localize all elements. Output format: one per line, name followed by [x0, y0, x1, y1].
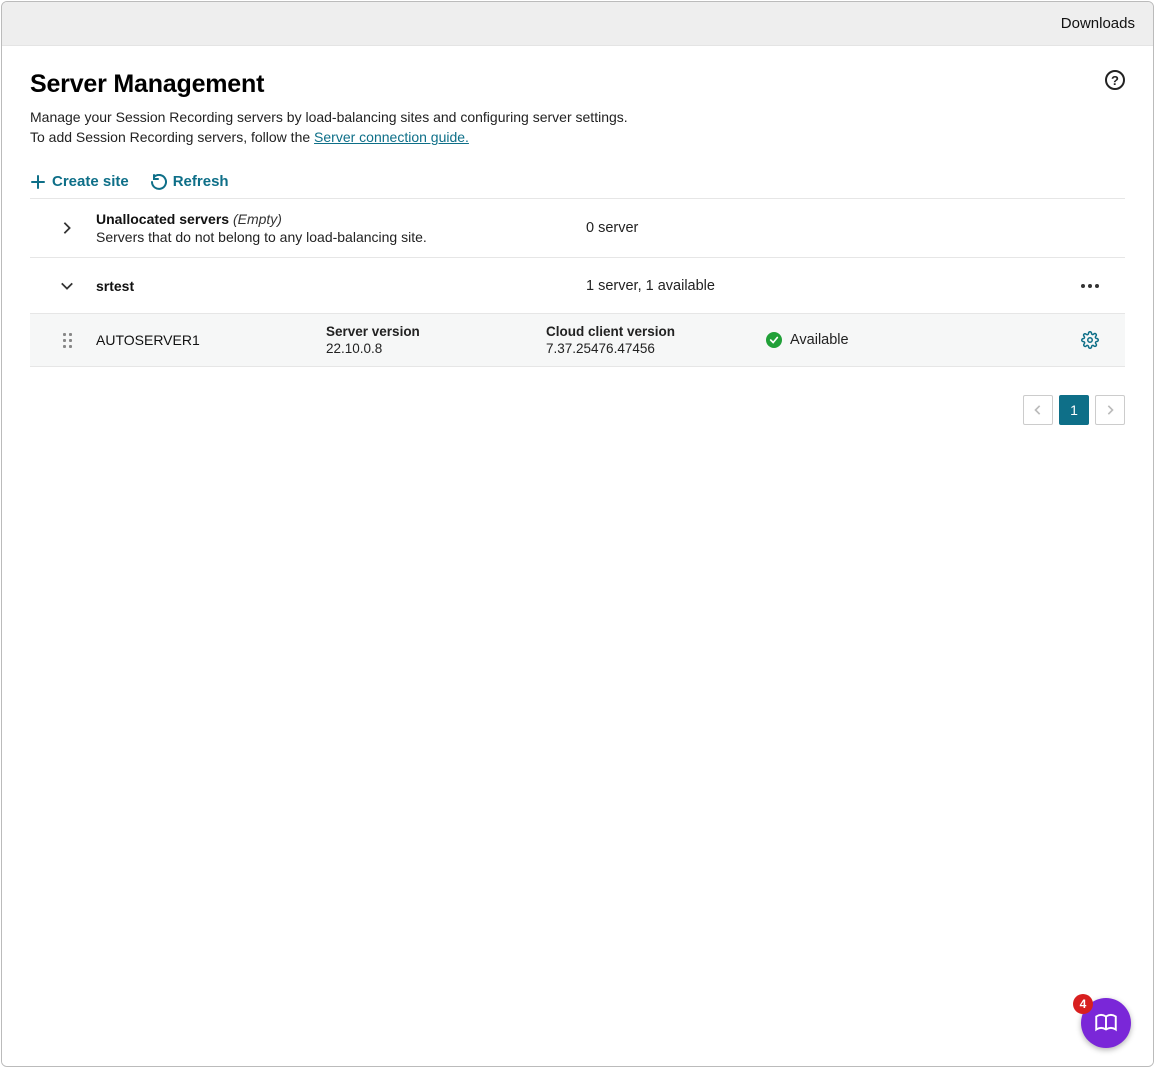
pagination: 1: [30, 395, 1125, 425]
plus-icon: [30, 174, 46, 190]
chevron-right-icon: [60, 221, 74, 235]
chevron-right-icon: [1105, 405, 1115, 415]
chevron-left-icon: [1033, 405, 1043, 415]
server-version-label: Server version: [326, 324, 546, 339]
page-1-button[interactable]: 1: [1059, 395, 1089, 425]
page-description-line2: To add Session Recording servers, follow…: [30, 129, 1125, 145]
refresh-icon: [151, 174, 167, 190]
downloads-link[interactable]: Downloads: [1061, 15, 1135, 32]
server-connection-guide-link[interactable]: Server connection guide.: [314, 129, 469, 145]
status-available-icon: [766, 332, 782, 348]
server-version: Server version 22.10.0.8: [326, 324, 546, 356]
site-title-unallocated: Unallocated servers: [96, 211, 229, 227]
expand-toggle-unallocated[interactable]: [38, 221, 96, 235]
cloud-client-version-value: 7.37.25476.47456: [546, 341, 766, 356]
action-bar: Create site Refresh: [30, 173, 1125, 190]
site-empty-suffix: (Empty): [233, 211, 282, 227]
server-row: AUTOSERVER1 Server version 22.10.0.8 Clo…: [30, 314, 1125, 367]
drag-handle[interactable]: [38, 333, 96, 348]
next-page-button[interactable]: [1095, 395, 1125, 425]
page-title: Server Management: [30, 70, 1125, 99]
notification-badge: 4: [1073, 994, 1093, 1014]
site-label-srtest: srtest: [96, 278, 586, 294]
server-name: AUTOSERVER1: [96, 332, 326, 348]
book-icon: [1093, 1010, 1119, 1036]
cloud-client-version-label: Cloud client version: [546, 324, 766, 339]
more-options-icon: [1081, 284, 1099, 288]
site-row-srtest: srtest 1 server, 1 available: [30, 258, 1125, 314]
server-settings-button[interactable]: [1055, 331, 1125, 349]
site-count-unallocated: 0 server: [586, 220, 1055, 236]
chevron-down-icon: [60, 279, 74, 293]
site-count-srtest: 1 server, 1 available: [586, 278, 1055, 294]
top-bar: Downloads: [2, 2, 1153, 46]
site-subtitle-unallocated: Servers that do not belong to any load-b…: [96, 229, 586, 245]
drag-handle-icon: [63, 333, 72, 348]
server-version-value: 22.10.0.8: [326, 341, 546, 356]
main-content: ? Server Management Manage your Session …: [2, 46, 1153, 1066]
site-title-srtest: srtest: [96, 278, 134, 294]
refresh-button[interactable]: Refresh: [151, 173, 229, 190]
app-window: Downloads ? Server Management Manage you…: [1, 1, 1154, 1067]
gear-icon: [1081, 331, 1099, 349]
help-chat-button[interactable]: 4: [1081, 998, 1131, 1048]
expand-toggle-srtest[interactable]: [38, 279, 96, 293]
prev-page-button[interactable]: [1023, 395, 1053, 425]
status-cell: Available: [766, 332, 966, 348]
site-list: Unallocated servers (Empty) Servers that…: [30, 198, 1125, 367]
cloud-client-version: Cloud client version 7.37.25476.47456: [546, 324, 766, 356]
create-site-label: Create site: [52, 173, 129, 190]
site-label-unallocated: Unallocated servers (Empty) Servers that…: [96, 211, 586, 245]
help-icon[interactable]: ?: [1105, 70, 1125, 90]
site-menu-srtest[interactable]: [1055, 284, 1125, 288]
status-text: Available: [790, 332, 849, 348]
create-site-button[interactable]: Create site: [30, 173, 129, 190]
site-row-unallocated: Unallocated servers (Empty) Servers that…: [30, 198, 1125, 258]
refresh-label: Refresh: [173, 173, 229, 190]
page-description-line1: Manage your Session Recording servers by…: [30, 109, 1125, 125]
guide-prefix: To add Session Recording servers, follow…: [30, 129, 314, 145]
